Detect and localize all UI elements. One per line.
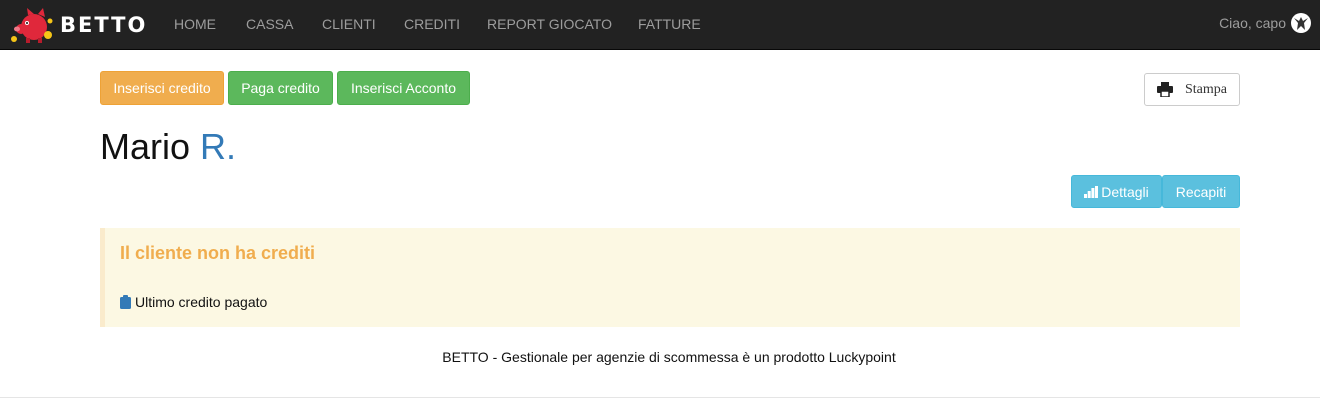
nav-item-cassa[interactable]: CASSA xyxy=(246,16,293,32)
user-greeting: Ciao, capo xyxy=(1219,15,1286,31)
insert-credit-button[interactable]: Inserisci credito xyxy=(100,71,224,105)
brand-name: BETTO xyxy=(60,13,148,37)
pig-mascot-icon xyxy=(11,8,53,43)
bar-chart-icon xyxy=(1084,185,1099,198)
print-label: Stampa xyxy=(1185,81,1227,97)
top-navbar: BETTO HOME CASSA CLIENTI CREDITI REPORT … xyxy=(0,0,1320,50)
insert-deposit-button[interactable]: Inserisci Acconto xyxy=(337,71,470,105)
nav-item-fatture[interactable]: FATTURE xyxy=(638,16,701,32)
user-menu[interactable]: Ciao, capo xyxy=(1219,12,1312,34)
no-credits-alert: Il cliente non ha crediti Ultimo credito… xyxy=(100,228,1240,327)
clipboard-icon xyxy=(120,295,131,309)
footer-divider xyxy=(0,397,1320,398)
footer-text: BETTO - Gestionale per agenzie di scomme… xyxy=(442,349,896,365)
details-label: Dettagli xyxy=(1101,183,1149,200)
user-avatar-icon xyxy=(1291,13,1311,33)
contacts-button[interactable]: Recapiti xyxy=(1162,175,1240,208)
details-button[interactable]: Dettagli xyxy=(1071,175,1162,208)
print-button[interactable]: Stampa xyxy=(1144,73,1240,106)
nav-item-home[interactable]: HOME xyxy=(174,16,216,32)
alert-title: Il cliente non ha crediti xyxy=(120,243,316,263)
client-first-name: Mario xyxy=(100,126,191,167)
nav-item-crediti[interactable]: CREDITI xyxy=(404,16,460,32)
nav-item-report-giocato[interactable]: REPORT GIOCATO xyxy=(487,16,612,32)
printer-icon xyxy=(1157,82,1173,97)
client-surname: R. xyxy=(200,126,237,167)
last-paid-credit-link[interactable]: Ultimo credito pagato xyxy=(120,294,267,310)
last-paid-credit-label: Ultimo credito pagato xyxy=(135,294,268,310)
brand-link[interactable]: BETTO xyxy=(8,4,147,46)
client-name-heading: Mario R. xyxy=(100,126,236,168)
pay-credit-button[interactable]: Paga credito xyxy=(228,71,333,105)
nav-item-clienti[interactable]: CLIENTI xyxy=(322,16,376,32)
